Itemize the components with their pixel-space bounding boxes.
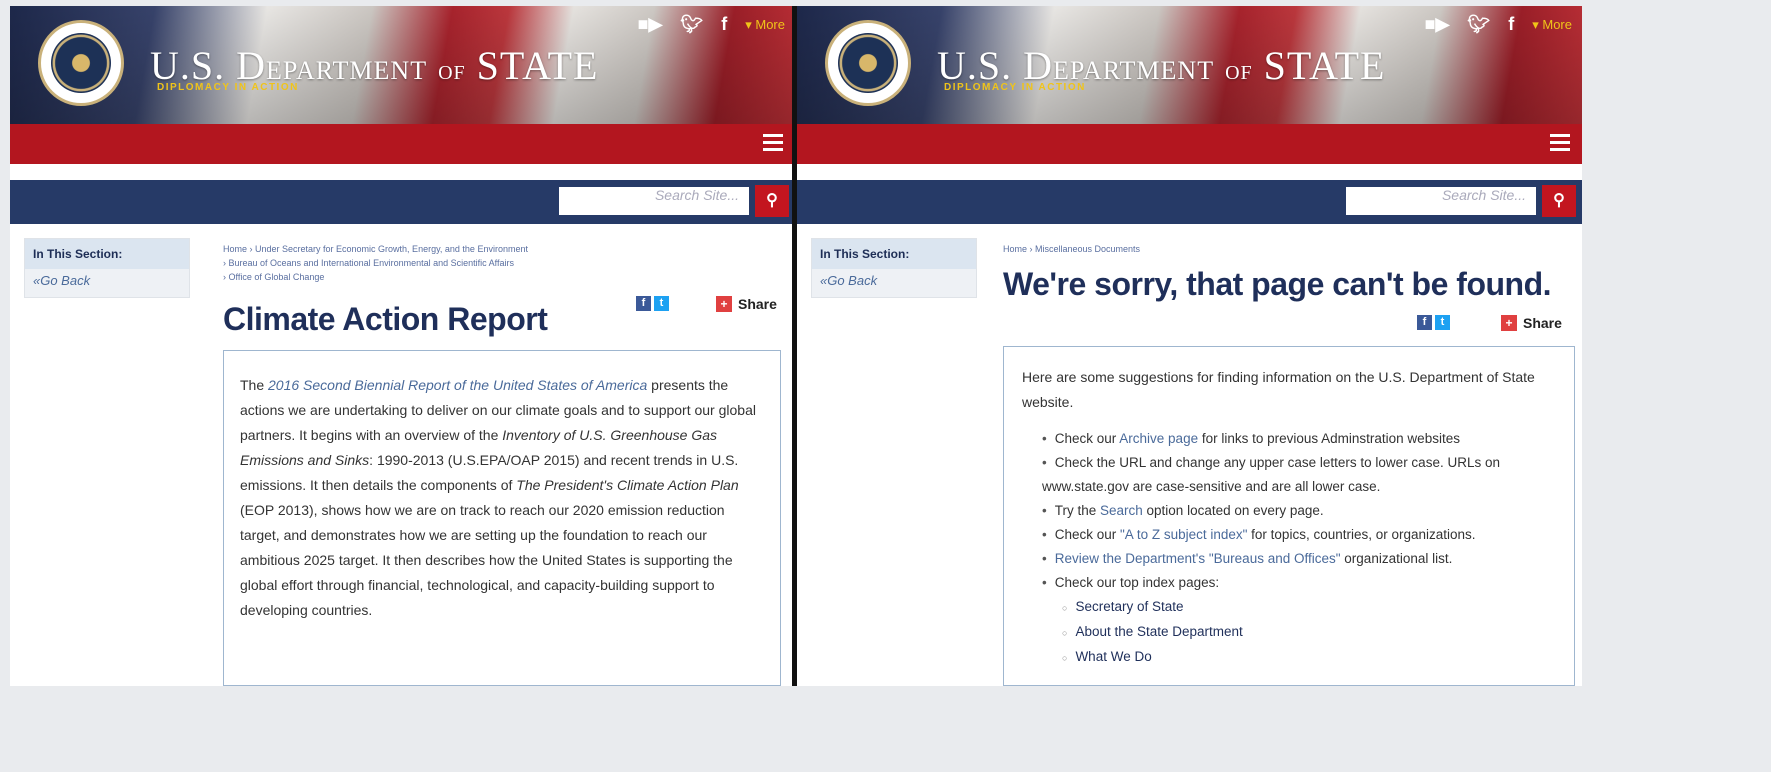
report-paragraph: The 2016 Second Biennial Report of the U… [240, 377, 756, 618]
page-title: Climate Action Report [223, 301, 548, 337]
twitter-share-icon[interactable]: t [654, 296, 669, 311]
red-menu-bar [797, 124, 1582, 164]
report-content-box: The 2016 Second Biennial Report of the U… [223, 350, 781, 686]
seal-emblem-icon [838, 33, 898, 93]
facebook-share-icon[interactable]: f [1417, 315, 1432, 330]
share-icon: + [1501, 315, 1517, 331]
seal-emblem-icon [51, 33, 111, 93]
breadcrumb: Home › Miscellaneous Documents [1003, 242, 1140, 256]
facebook-icon[interactable]: f [721, 14, 727, 35]
search-bar-area: Search Site... ⚲ [797, 180, 1582, 224]
twitter-icon[interactable]: 🐦︎ [680, 14, 703, 35]
hamburger-menu-icon[interactable] [763, 134, 783, 152]
breadcrumb-line[interactable]: Home › Under Secretary for Economic Grow… [223, 242, 528, 256]
bureaus-offices-link[interactable]: Review the Department's "Bureaus and Off… [1055, 551, 1341, 566]
left-screenshot-panel: U.S. DEPARTMENT OF STATE DIPLOMACY IN AC… [10, 6, 795, 686]
list-item: Check our top index pages: [1042, 571, 1556, 595]
list-item: Check the URL and change any upper case … [1042, 451, 1556, 499]
social-links: ■▶ 🐦︎ f ▾ More [1425, 14, 1572, 35]
social-links: ■▶ 🐦︎ f ▾ More [638, 14, 785, 35]
search-icon[interactable]: ⚲ [1542, 185, 1576, 217]
archive-page-link[interactable]: Archive page [1119, 431, 1198, 446]
search-input[interactable]: Search Site... [1346, 187, 1536, 215]
tagline: DIPLOMACY IN ACTION [944, 82, 1086, 93]
list-item: Review the Department's "Bureaus and Off… [1042, 547, 1556, 571]
what-we-do-link[interactable]: What We Do [1042, 645, 1556, 670]
section-sidebar: In This Section: «Go Back [811, 238, 977, 298]
go-back-link[interactable]: «Go Back [25, 269, 189, 292]
breadcrumb-line[interactable]: Home › Miscellaneous Documents [1003, 242, 1140, 256]
intro-text: Here are some suggestions for finding in… [1022, 369, 1535, 410]
breadcrumb-line[interactable]: › Office of Global Change [223, 270, 528, 284]
sidebar-heading: In This Section: [25, 239, 189, 269]
breadcrumb: Home › Under Secretary for Economic Grow… [223, 242, 528, 284]
sidebar-heading: In This Section: [812, 239, 976, 269]
list-item: Check our "A to Z subject index" for top… [1042, 523, 1556, 547]
video-icon[interactable]: ■▶ [638, 14, 663, 35]
facebook-icon[interactable]: f [1508, 14, 1514, 35]
video-icon[interactable]: ■▶ [1425, 14, 1450, 35]
twitter-share-icon[interactable]: t [1435, 315, 1450, 330]
suggestions-list: Check our Archive page for links to prev… [1022, 427, 1556, 670]
suggestions-box: Here are some suggestions for finding in… [1003, 346, 1575, 686]
a-to-z-index-link[interactable]: "A to Z subject index" [1120, 527, 1247, 542]
list-item: Try the Search option located on every p… [1042, 499, 1556, 523]
list-item: Check our Archive page for links to prev… [1042, 427, 1556, 451]
section-sidebar: In This Section: «Go Back [24, 238, 190, 298]
share-icon: + [716, 296, 732, 312]
social-share-icons: f t [1417, 315, 1450, 330]
biennial-report-link[interactable]: 2016 Second Biennial Report of the Unite… [268, 377, 647, 393]
search-input[interactable]: Search Site... [559, 187, 749, 215]
search-link[interactable]: Search [1100, 503, 1143, 518]
tagline: DIPLOMACY IN ACTION [157, 82, 299, 93]
secretary-of-state-link[interactable]: Secretary of State [1042, 595, 1556, 620]
go-back-link[interactable]: «Go Back [812, 269, 976, 292]
social-share-icons: f t [636, 296, 669, 311]
state-seal-logo[interactable] [38, 20, 124, 106]
facebook-share-icon[interactable]: f [636, 296, 651, 311]
page-title: We're sorry, that page can't be found. [1003, 266, 1552, 302]
share-button[interactable]: + Share [716, 296, 777, 312]
red-menu-bar [10, 124, 795, 164]
about-department-link[interactable]: About the State Department [1042, 620, 1556, 645]
more-menu[interactable]: ▾ More [745, 17, 785, 33]
search-bar-area: Search Site... ⚲ [10, 180, 795, 224]
share-button[interactable]: + Share [1501, 315, 1562, 331]
twitter-icon[interactable]: 🐦︎ [1467, 14, 1490, 35]
breadcrumb-line[interactable]: › Bureau of Oceans and International Env… [223, 256, 528, 270]
search-icon[interactable]: ⚲ [755, 185, 789, 217]
more-menu[interactable]: ▾ More [1532, 17, 1572, 33]
state-seal-logo[interactable] [825, 20, 911, 106]
right-screenshot-panel: U.S. DEPARTMENT OF STATE DIPLOMACY IN AC… [797, 6, 1582, 686]
hamburger-menu-icon[interactable] [1550, 134, 1570, 152]
